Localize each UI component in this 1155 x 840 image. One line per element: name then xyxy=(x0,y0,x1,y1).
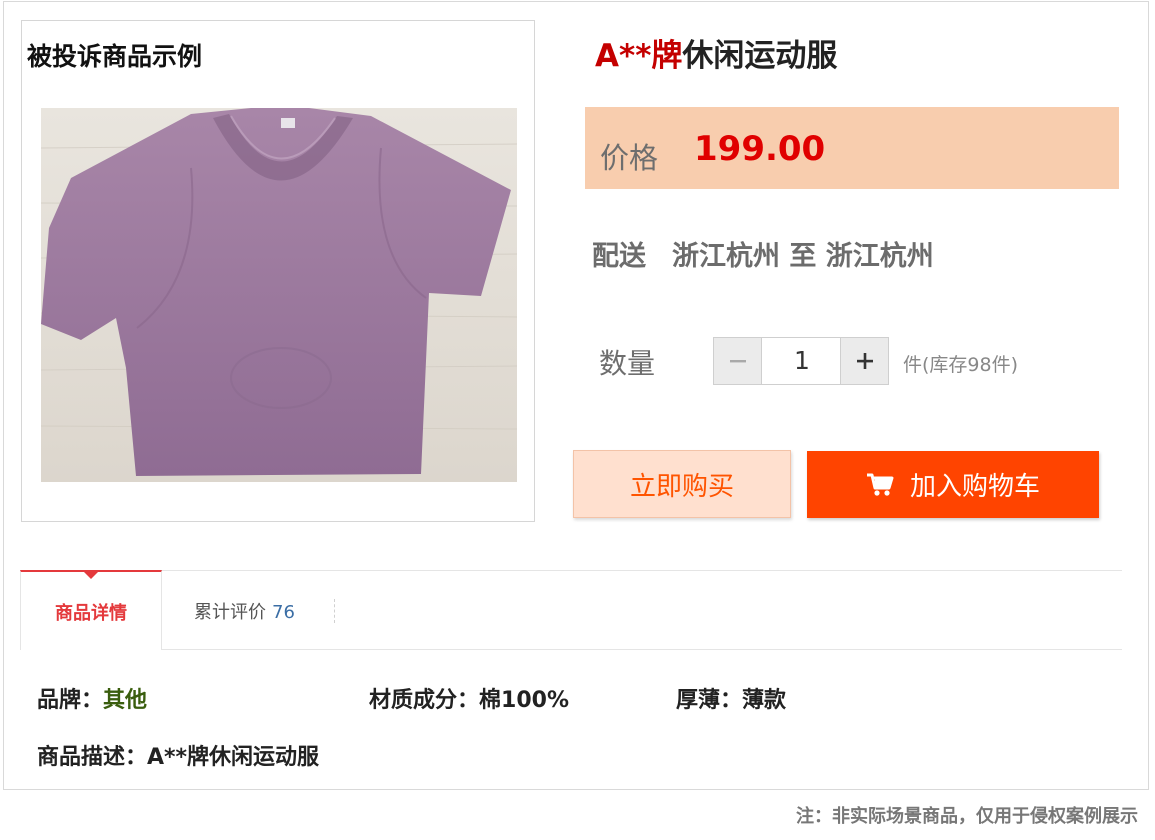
attr-description: 商品描述：A**牌休闲运动服 xyxy=(37,739,319,771)
tab-label: 累计评价 xyxy=(194,602,266,623)
detail-tabs: 商品详情 累计评价 76 xyxy=(20,570,1122,650)
attr-brand: 品牌：其他 xyxy=(37,682,147,714)
shipping-route[interactable]: 浙江杭州 至 浙江杭州 xyxy=(672,241,934,272)
review-count: 76 xyxy=(272,602,295,623)
price-label: 价格 xyxy=(600,141,659,175)
quantity-stepper: 1 xyxy=(713,337,889,385)
product-brand: A**牌 xyxy=(595,38,683,74)
attr-value: 薄款 xyxy=(742,688,787,713)
attr-value: A**牌休闲运动服 xyxy=(147,745,320,770)
add-to-cart-button[interactable]: 加入购物车 xyxy=(807,451,1099,518)
shipping-label: 配送 xyxy=(592,241,646,272)
attr-thickness: 厚薄：薄款 xyxy=(676,682,786,714)
gallery-title: 被投诉商品示例 xyxy=(27,42,203,71)
attr-value: 棉100% xyxy=(479,688,569,713)
stock-info: 件(库存98件) xyxy=(903,354,1019,376)
attr-material: 材质成分：棉100% xyxy=(369,682,569,714)
price-value: 199.00 xyxy=(694,129,826,169)
tab-divider xyxy=(334,599,335,623)
quantity-input[interactable]: 1 xyxy=(762,338,842,384)
shipping-row: 配送 浙江杭州 至 浙江杭州 xyxy=(592,234,934,273)
active-tab-caret-icon xyxy=(84,572,98,579)
attr-label: 材质成分： xyxy=(369,688,480,713)
price-box: 价格 199.00 xyxy=(585,107,1119,189)
product-title: A**牌休闲运动服 xyxy=(595,30,837,75)
quantity-label: 数量 xyxy=(599,347,656,380)
tab-reviews[interactable]: 累计评价 76 xyxy=(194,598,295,624)
buy-now-button[interactable]: 立即购买 xyxy=(573,450,791,518)
product-gallery: 被投诉商品示例 xyxy=(21,20,535,522)
plus-icon xyxy=(856,353,873,369)
attr-label: 品牌： xyxy=(37,688,104,713)
tab-label: 商品详情 xyxy=(55,603,127,624)
product-name: 休闲运动服 xyxy=(682,38,838,74)
attr-label: 商品描述： xyxy=(37,745,148,770)
tab-product-details[interactable]: 商品详情 xyxy=(20,570,162,650)
footnote: 注：非实际场景商品，仅用于侵权案例展示 xyxy=(796,806,1138,827)
product-image[interactable] xyxy=(41,108,517,482)
add-to-cart-label: 加入购物车 xyxy=(909,472,1040,502)
cart-icon xyxy=(866,472,894,498)
decrease-quantity-button[interactable] xyxy=(714,338,762,384)
attr-label: 厚薄： xyxy=(676,688,743,713)
increase-quantity-button[interactable] xyxy=(840,338,888,384)
minus-icon xyxy=(729,360,746,363)
attr-value: 其他 xyxy=(103,688,148,713)
